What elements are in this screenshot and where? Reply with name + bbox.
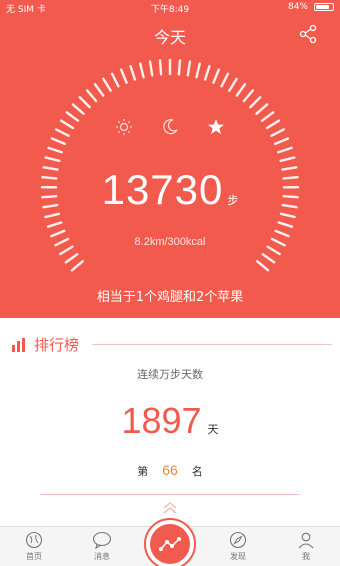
rank-suffix: 名 [191, 465, 203, 478]
step-count: 13730 步 [0, 166, 340, 214]
compass-icon [229, 531, 247, 549]
ranking-title: 排行榜 [34, 336, 80, 354]
mode-icons [0, 118, 340, 136]
tab-label: 首页 [26, 552, 42, 561]
dial-tick [279, 212, 296, 219]
dial-tick [220, 72, 230, 88]
dial-tick [242, 89, 255, 103]
chevron-up-icon[interactable] [160, 500, 180, 516]
dial-tick [158, 59, 163, 76]
dial-tick [93, 83, 105, 97]
home-globe-icon [25, 531, 43, 549]
divider [92, 344, 332, 345]
dial-tick [235, 83, 247, 97]
dial-tick [261, 253, 276, 264]
dial-tick [203, 65, 211, 81]
dial-tick [46, 221, 63, 228]
tab-discover[interactable]: 发现 [214, 531, 262, 562]
dial-tick [44, 212, 61, 219]
dial-tick [273, 137, 290, 146]
streak-label: 连续万步天数 [137, 368, 203, 381]
star-icon[interactable] [207, 118, 225, 136]
divider [40, 494, 300, 495]
dial-tick [148, 60, 154, 77]
dial-tick [110, 72, 120, 88]
tab-label: 我 [302, 552, 310, 561]
dial-tick [129, 65, 137, 81]
dial-tick [71, 103, 85, 115]
dial-tick [47, 146, 63, 154]
dial-tick [279, 156, 296, 163]
dial-tick [228, 77, 238, 92]
food-equivalent: 相当于1个鸡腿和2个苹果 [96, 290, 244, 305]
moon-icon[interactable] [161, 118, 179, 136]
dial-tick [64, 253, 79, 264]
tab-home[interactable]: 首页 [10, 531, 58, 562]
dial-tick [119, 68, 128, 84]
dial-tick [44, 156, 61, 163]
dial-tick [139, 62, 145, 79]
streak-days: 1897 天 [0, 400, 340, 442]
sun-icon[interactable] [115, 118, 133, 136]
status-bar: 无 SIM 卡 下午8:49 84% [0, 0, 340, 15]
dial-tick [102, 77, 112, 92]
distance-energy: 8.2km/300kcal [134, 236, 206, 248]
rank-prefix: 第 [137, 465, 149, 478]
page-title: 今天 [153, 28, 186, 47]
bar-chart-icon [12, 337, 25, 352]
tab-trend[interactable] [144, 518, 196, 566]
dial-tick [256, 260, 270, 272]
dial-tick [255, 103, 269, 115]
dial-tick [277, 146, 293, 154]
chat-bubble-icon [92, 531, 112, 549]
person-icon [298, 532, 314, 549]
dial-tick [50, 137, 67, 146]
header-panel: 无 SIM 卡 下午8:49 84% 今天 13730 步 8.2km/300k… [0, 0, 340, 318]
step-unit: 步 [227, 194, 239, 207]
rank-value: 66 [162, 462, 178, 478]
share-icon[interactable] [298, 24, 318, 44]
streak-unit: 天 [207, 423, 219, 436]
ranking-header[interactable]: 排行榜 [12, 334, 79, 355]
dial-tick [85, 89, 98, 103]
dial-tick [70, 260, 84, 272]
tab-label: 消息 [94, 552, 110, 561]
trend-line-icon [159, 537, 181, 551]
dial-tick [212, 68, 221, 84]
dial-tick [249, 96, 262, 109]
battery-icon [314, 3, 334, 11]
dial-tick [78, 96, 91, 109]
dial-tick [186, 60, 192, 77]
rank-position: 第 66 名 [0, 462, 340, 479]
streak-value: 1897 [121, 400, 202, 441]
dial-tick [177, 59, 182, 76]
battery-percent: 84% [287, 2, 308, 12]
dial-tick [195, 62, 201, 79]
step-count-value: 13730 [101, 166, 224, 213]
dial-tick [277, 221, 294, 228]
tab-label: 发现 [230, 552, 246, 561]
tab-messages[interactable]: 消息 [78, 531, 126, 562]
tab-me[interactable]: 我 [282, 531, 330, 562]
